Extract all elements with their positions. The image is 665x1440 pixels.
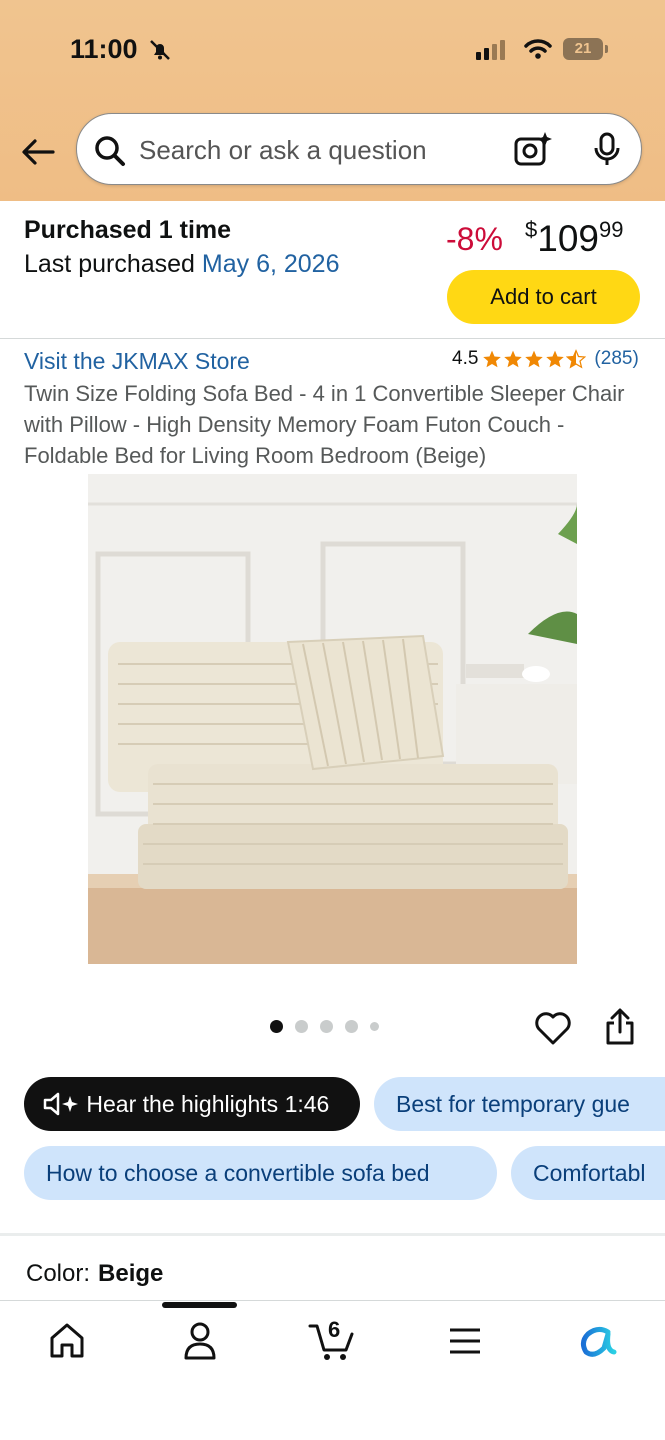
review-count[interactable]: (285): [594, 348, 638, 370]
carousel-dot[interactable]: [345, 1020, 358, 1033]
wifi-icon: [524, 39, 552, 59]
price-cents: 99: [598, 217, 624, 242]
product-image[interactable]: [88, 474, 577, 964]
rating[interactable]: 4.5 (285): [452, 348, 639, 370]
search-icon: [95, 136, 125, 166]
color-value: Beige: [98, 1260, 164, 1287]
star-icon: [546, 350, 565, 368]
back-arrow-icon[interactable]: [20, 134, 56, 170]
carousel-dot[interactable]: [320, 1020, 333, 1033]
chip-question[interactable]: Best for temporary gue: [374, 1077, 665, 1131]
price-currency: $: [525, 217, 538, 242]
hear-highlights-chip[interactable]: Hear the highlights 1:46: [24, 1077, 360, 1131]
speaker-sparkle-icon: [43, 1092, 78, 1116]
battery-icon: 21: [563, 38, 608, 60]
camera-icon[interactable]: [513, 130, 553, 168]
menu-icon[interactable]: [448, 1320, 482, 1362]
status-time: 11:00: [70, 34, 138, 64]
last-purchased-date-link[interactable]: May 6, 2026: [202, 250, 340, 278]
star-icon: [504, 350, 523, 368]
star-icon: [525, 350, 544, 368]
chip-label: Comfortabl: [533, 1160, 646, 1186]
chip-question[interactable]: Comfortabl: [511, 1146, 665, 1200]
price-whole: 109: [537, 218, 599, 259]
star-rating: [482, 349, 587, 369]
carousel-dot[interactable]: [270, 1020, 283, 1033]
search-bar[interactable]: Search or ask a question: [76, 113, 642, 185]
rating-value: 4.5: [452, 348, 479, 369]
color-label: Color:: [26, 1260, 91, 1287]
microphone-icon[interactable]: [592, 132, 622, 168]
section-divider: [0, 1233, 665, 1236]
home-icon[interactable]: [48, 1320, 86, 1362]
price: $10999: [525, 217, 623, 260]
discount-percent: -8%: [446, 221, 503, 257]
search-input[interactable]: Search or ask a question: [139, 135, 427, 166]
purchased-count: Purchased 1 time: [24, 216, 232, 244]
color-selector: Color: Beige: [26, 1260, 163, 1288]
cart-count: 6: [328, 1317, 341, 1342]
bell-muted-icon: [150, 40, 170, 60]
divider: [0, 338, 665, 339]
chip-label: How to choose a convertible sofa bed: [46, 1160, 430, 1186]
rufus-icon[interactable]: [578, 1320, 618, 1362]
last-purchased-label: Last purchased: [24, 250, 195, 278]
share-icon[interactable]: [604, 1008, 636, 1046]
product-title: Twin Size Folding Sofa Bed - 4 in 1 Conv…: [24, 381, 625, 468]
chip-label: Hear the highlights 1:46: [86, 1091, 330, 1117]
chip-question[interactable]: How to choose a convertible sofa bed: [24, 1146, 497, 1200]
star-icon: [483, 350, 502, 368]
last-purchased: Last purchased May 6, 2026: [24, 250, 340, 279]
half-star-icon: [566, 349, 587, 369]
carousel-dot[interactable]: [295, 1020, 308, 1033]
heart-icon[interactable]: [534, 1010, 572, 1046]
chip-label: Best for temporary gue: [396, 1091, 630, 1117]
carousel-dot[interactable]: [370, 1022, 379, 1031]
image-carousel-dots[interactable]: [270, 1020, 379, 1033]
active-tab-indicator: [162, 1302, 237, 1308]
add-to-cart-button[interactable]: Add to cart: [447, 270, 640, 324]
account-icon[interactable]: [182, 1320, 218, 1362]
cart-tab[interactable]: 6: [308, 1317, 356, 1367]
signal-icon: [476, 40, 505, 60]
visit-store-link[interactable]: Visit the JKMAX Store: [24, 348, 250, 375]
